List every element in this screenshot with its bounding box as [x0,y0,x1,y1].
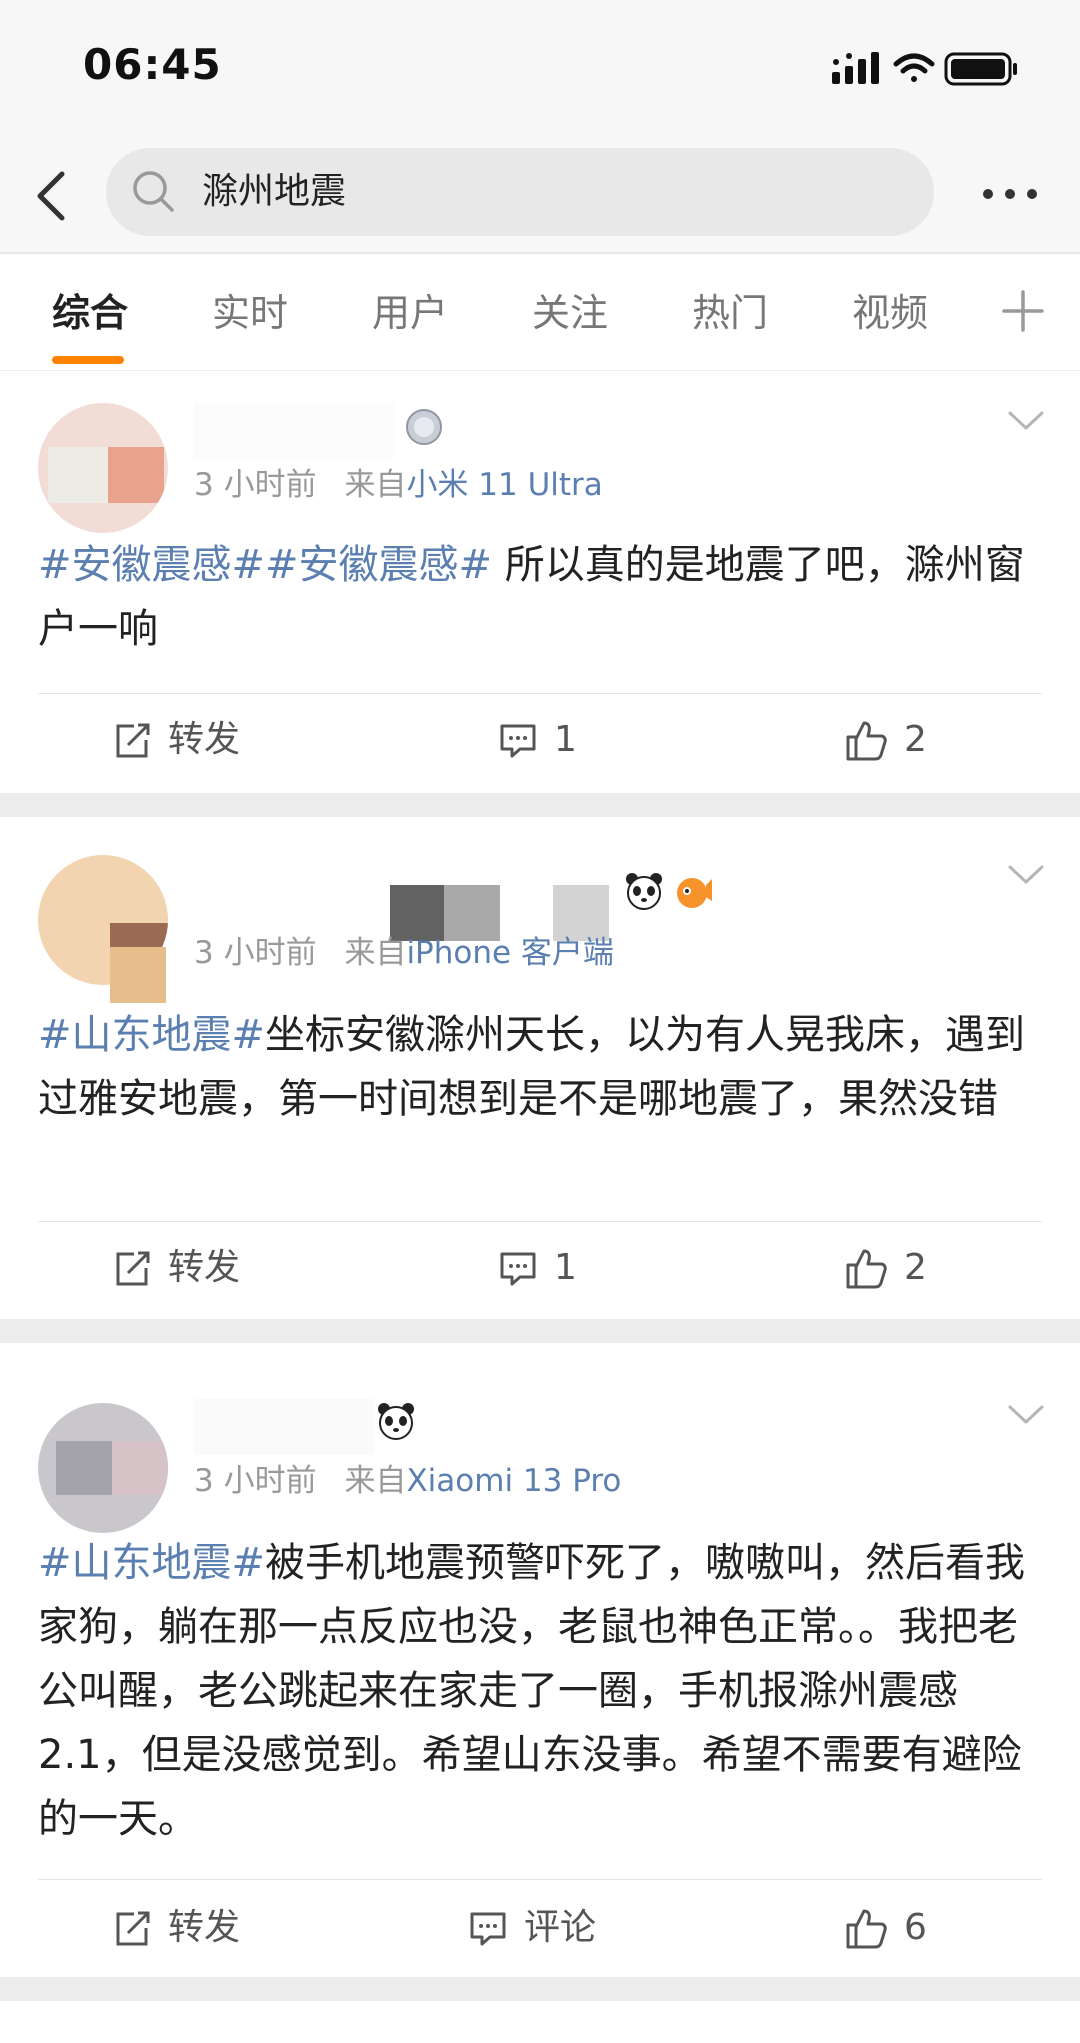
search-icon [133,171,174,212]
more-icon[interactable] [980,182,1040,206]
post-time: 3 小时前 [194,1463,317,1499]
comment-button[interactable]: 1 [498,715,577,765]
post-content: #安徽震感##安徽震感# 所以真的是地震了吧，滁州窗户一响 [38,533,1038,661]
tab-hot[interactable]: 热门 [692,288,768,338]
post-meta: 3 小时前 来自Xiaomi 13 Pro [194,1459,621,1503]
username-redacted[interactable] [194,1399,374,1455]
hashtag[interactable]: #安徽震感# [38,542,265,588]
username-redacted[interactable] [194,403,394,459]
comment-count: 1 [554,719,577,760]
divider [38,693,1042,694]
add-tab-icon[interactable] [1000,288,1046,334]
avatar-blur-extension [110,947,166,1003]
like-icon [846,1249,887,1289]
post-content: #山东地震#坐标安徽滁州天长，以为有人晃我床，遇到过雅安地震，第一时间想到是不是… [38,1003,1038,1131]
like-count: 2 [904,1247,927,1288]
comment-count: 1 [554,1247,577,1288]
comment-label: 评论 [524,1907,597,1948]
post-device[interactable]: iPhone 客户端 [406,935,614,971]
separator [0,1319,1080,1343]
divider [38,1879,1042,1880]
source-prefix: 来自 [344,1463,407,1499]
back-icon[interactable] [26,168,82,224]
post-meta: 3 小时前 来自iPhone 客户端 [194,931,614,975]
repost-label: 转发 [168,719,241,760]
status-icons [832,52,1017,86]
like-icon [846,1909,887,1949]
post-content: #山东地震#被手机地震预警吓死了，嗷嗷叫，然后看我家狗，躺在那一点反应也没，老鼠… [38,1531,1038,1851]
hashtag[interactable]: #山东地震# [38,1540,265,1586]
repost-icon [116,1911,150,1946]
like-button[interactable]: 6 [844,1903,927,1953]
repost-label: 转发 [168,1907,241,1948]
post-card: 3 小时前 来自小米 11 Ultra #安徽震感##安徽震感# 所以真的是地震… [0,371,1080,793]
comment-icon [470,1912,506,1946]
avatar[interactable] [38,1403,168,1533]
source-prefix: 来自 [344,935,407,971]
tab-bar: 综合 实时 用户 关注 热门 视频 [0,254,1080,371]
tab-users[interactable]: 用户 [372,288,448,338]
hashtag[interactable]: #安徽震感# [265,542,492,588]
separator [0,793,1080,817]
signal-icon [832,52,879,84]
like-button[interactable]: 2 [844,715,927,765]
repost-button[interactable]: 转发 [112,1243,240,1293]
repost-icon [116,1251,150,1286]
panda-icon [378,1403,414,1440]
like-count: 6 [904,1907,927,1948]
avatar[interactable] [38,403,168,533]
tab-video[interactable]: 视频 [852,288,928,338]
post-card: 3 小时前 来自Xiaomi 13 Pro #山东地震#被手机地震预警吓死了，嗷… [0,1343,1080,1977]
wifi-icon [893,53,935,82]
nav-bar: 滁州地震 [0,140,1080,254]
post-meta: 3 小时前 来自小米 11 Ultra [194,463,603,507]
like-icon [846,721,887,761]
tab-following[interactable]: 关注 [532,288,608,338]
repost-label: 转发 [168,1247,241,1288]
post-time: 3 小时前 [194,467,317,503]
like-count: 2 [904,719,927,760]
post-device[interactable]: Xiaomi 13 Pro [406,1463,621,1499]
tab-realtime[interactable]: 实时 [212,288,288,338]
like-button[interactable]: 2 [844,1243,927,1293]
source-prefix: 来自 [344,467,407,503]
chevron-down-icon[interactable] [1006,409,1046,433]
repost-button[interactable]: 转发 [112,715,240,765]
status-time: 06:45 [83,40,222,89]
repost-button[interactable]: 转发 [112,1903,240,1953]
tab-all[interactable]: 综合 [52,288,128,338]
post-time: 3 小时前 [194,935,317,971]
comment-button[interactable]: 1 [498,1243,577,1293]
battery-icon [944,52,1017,86]
search-query: 滁州地震 [202,171,347,212]
chevron-down-icon[interactable] [1006,863,1046,887]
fish-badge-icon [677,878,712,908]
repost-icon [116,723,150,758]
medal-badge-icon [406,409,442,445]
search-input[interactable]: 滁州地震 [106,148,934,236]
tab-indicator [52,356,124,364]
comment-icon [500,1252,536,1286]
panda-icon [626,873,662,910]
hashtag[interactable]: #山东地震# [38,1012,265,1058]
separator [0,1977,1080,2001]
next-post-card [0,2001,1080,2043]
post-device[interactable]: 小米 11 Ultra [406,467,602,503]
chevron-down-icon[interactable] [1006,1403,1046,1427]
status-bar: 06:45 [0,0,1080,140]
comment-icon [500,724,536,758]
post-card: 3 小时前 来自iPhone 客户端 #山东地震#坐标安徽滁州天长，以为有人晃我… [0,817,1080,1319]
divider [38,1221,1042,1222]
comment-button[interactable]: 评论 [468,1903,596,1953]
